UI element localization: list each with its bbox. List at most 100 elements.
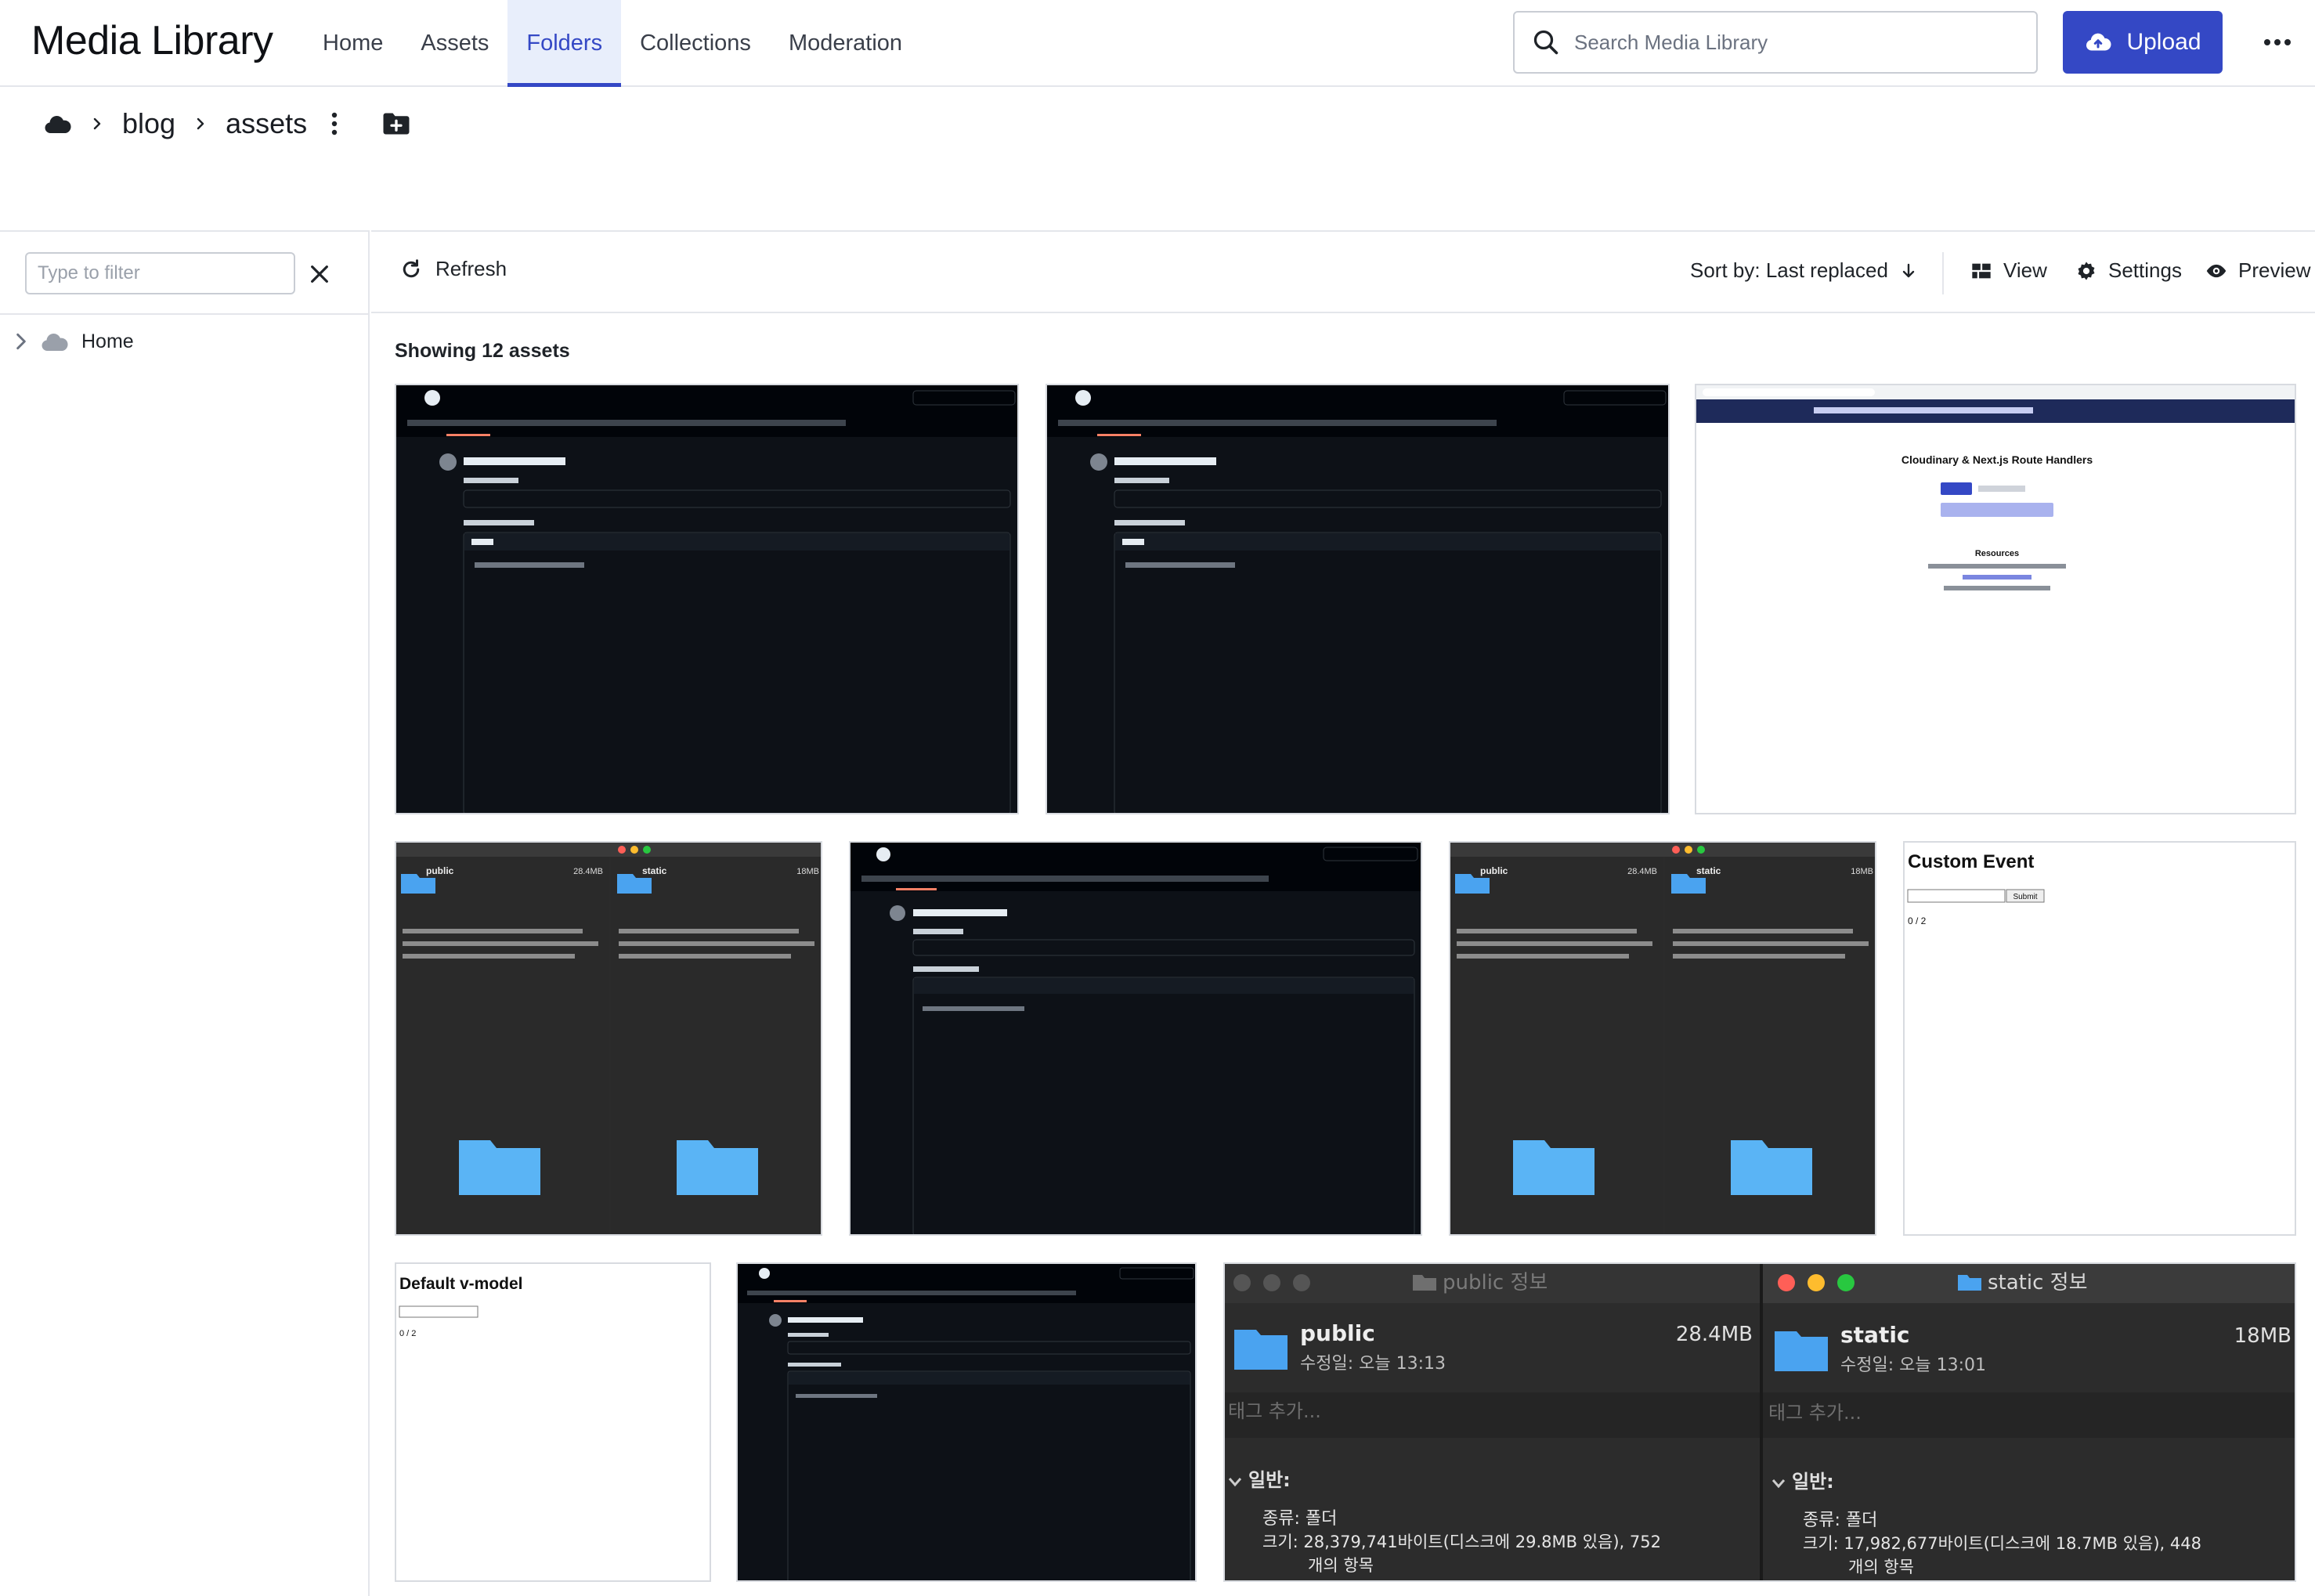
asset-thumbnail[interactable] [395, 384, 1019, 814]
refresh-button[interactable]: Refresh [399, 257, 507, 281]
general-heading-left: 일반: [1248, 1469, 1291, 1491]
more-menu-button[interactable] [2262, 28, 2293, 56]
cloud-upload-icon [2086, 33, 2111, 51]
asset-thumbnail[interactable]: Default v-model 0 / 2 [395, 1262, 711, 1582]
folder-sidebar: Home [0, 230, 370, 1596]
new-folder-button[interactable] [382, 112, 410, 135]
mac-info-preview: public 28.4MB static 18MB [1450, 843, 1875, 1234]
custom-event-preview: Custom Event Submit 0 / 2 [1907, 851, 2045, 926]
folder-size-left: 28.4MB [573, 867, 603, 876]
asset-thumbnail[interactable]: public 28.4MB static 18MB [1449, 841, 1876, 1236]
window-title-right: static 정보 [1988, 1271, 2088, 1294]
toolbar-divider [1942, 252, 1944, 294]
folder-name-right: static [1840, 1322, 1910, 1348]
grid-view-icon [1972, 263, 1991, 278]
size-line-right: 크기: 17,982,677바이트(디스크에 18.7MB 있음), 448 [1803, 1534, 2201, 1553]
mac-info-preview: public 28.4MB static 18MB [396, 843, 821, 1234]
more-vertical-icon [331, 112, 338, 135]
size-line-left: 크기: 28,379,741바이트(디스크에 29.8MB 있음), 752 [1262, 1533, 1661, 1551]
kind-line-left: 종류: 폴더 [1262, 1509, 1337, 1529]
mac-info-zoom-preview: public 정보 static 정보 public 28.4MB 수정일: 오… [1225, 1264, 2295, 1580]
asset-toolbar: Refresh Sort by: Last replaced View Sett… [371, 230, 2315, 313]
more-horizontal-icon [2264, 39, 2291, 45]
items-line-right: 개의 항목 [1848, 1558, 1914, 1576]
tree-item-home[interactable]: Home [14, 326, 134, 357]
settings-button[interactable]: Settings [2075, 258, 2182, 283]
folder-name-right: static [642, 865, 667, 876]
items-line-left: 개의 항목 [1308, 1556, 1374, 1575]
tab-moderation[interactable]: Moderation [770, 0, 921, 87]
modified-right: 수정일: 오늘 13:01 [1840, 1356, 1986, 1375]
demo-submit-label: Submit [2013, 893, 2037, 901]
filter-row [0, 232, 368, 315]
upload-button[interactable]: Upload [2063, 11, 2223, 74]
chevron-right-icon [93, 117, 101, 130]
tag-placeholder-left: 태그 추가... [1228, 1400, 1321, 1422]
upload-label: Upload [2126, 29, 2201, 55]
asset-thumbnail[interactable] [849, 841, 1422, 1236]
window-title-left: public 정보 [1443, 1271, 1548, 1294]
asset-thumbnail[interactable]: Custom Event Submit 0 / 2 [1903, 841, 2296, 1236]
view-button[interactable]: View [1970, 258, 2047, 283]
folder-plus-icon [383, 113, 410, 135]
preview-button[interactable]: Preview [2205, 258, 2310, 283]
kind-line-right: 종류: 폴더 [1803, 1511, 1877, 1530]
breadcrumb-blog[interactable]: blog [122, 107, 175, 140]
top-header: Media Library Home Assets Folders Collec… [0, 0, 2315, 87]
asset-count: Showing 12 assets [395, 340, 570, 362]
demo-heading: Default v-model [399, 1275, 523, 1293]
folder-size-left: 28.4MB [1627, 867, 1657, 876]
folder-filter-input[interactable] [25, 252, 295, 294]
asset-thumbnail[interactable] [1046, 384, 1670, 814]
chevron-right-icon [197, 117, 204, 130]
github-issue-preview [1047, 385, 1668, 813]
demo-heading: Custom Event [1908, 851, 2034, 872]
tab-assets[interactable]: Assets [402, 0, 507, 87]
github-issue-preview [738, 1264, 1195, 1580]
gear-icon [2078, 261, 2095, 280]
github-issue-preview [396, 385, 1017, 813]
asset-thumbnail[interactable]: Cloudinary & Next.js Route Handlers Reso… [1695, 384, 2296, 814]
settings-label: Settings [2108, 258, 2182, 282]
v-model-preview: Default v-model 0 / 2 [399, 1275, 523, 1338]
refresh-icon [403, 258, 420, 277]
sort-label: Sort by: Last replaced [1690, 258, 1888, 282]
search-input[interactable] [1574, 30, 2013, 55]
asset-thumbnail[interactable]: public 정보 static 정보 public 28.4MB 수정일: 오… [1223, 1262, 2296, 1582]
tab-home[interactable]: Home [304, 0, 402, 87]
folder-name-left: public [1300, 1320, 1375, 1346]
close-icon[interactable] [307, 262, 332, 287]
folder-options-button[interactable] [330, 112, 338, 135]
eye-icon [2206, 264, 2227, 277]
view-label: View [2003, 258, 2047, 282]
folder-size-right: 18MB [2234, 1324, 2292, 1348]
tree-item-label: Home [81, 330, 134, 352]
tab-folders[interactable]: Folders [507, 0, 622, 87]
cloud-icon [42, 334, 68, 351]
main-nav: Home Assets Folders Collections Moderati… [304, 0, 921, 87]
asset-thumbnail[interactable] [736, 1262, 1197, 1582]
breadcrumb-assets[interactable]: assets [226, 107, 307, 140]
cloudinary-page-title: Cloudinary & Next.js Route Handlers [1901, 453, 2093, 466]
folder-size-right: 18MB [796, 867, 819, 876]
preview-label: Preview [2238, 258, 2311, 282]
github-issue-preview [851, 843, 1421, 1234]
sort-dropdown[interactable]: Sort by: Last replaced [1690, 258, 1918, 283]
refresh-label: Refresh [435, 257, 507, 280]
cloudinary-page-preview: Cloudinary & Next.js Route Handlers Reso… [1696, 385, 2295, 590]
resources-heading: Resources [1975, 549, 2019, 558]
tab-collections[interactable]: Collections [621, 0, 770, 87]
asset-thumbnail[interactable]: public 28.4MB static 18MB [395, 841, 822, 1236]
general-heading-right: 일반: [1792, 1471, 1834, 1493]
modified-left: 수정일: 오늘 13:13 [1300, 1354, 1446, 1374]
search-icon [1533, 30, 1558, 55]
cloud-root-icon[interactable] [44, 114, 72, 134]
demo-counter: 0 / 2 [1908, 915, 1927, 926]
chevron-right-icon[interactable] [14, 331, 28, 352]
folder-name-right: static [1696, 865, 1721, 876]
tag-placeholder-right: 태그 추가... [1768, 1402, 1862, 1424]
folder-size-left: 28.4MB [1676, 1323, 1753, 1346]
breadcrumb: blog assets [44, 103, 410, 144]
arrow-down-icon [1902, 263, 1915, 277]
folder-name-left: public [1480, 865, 1508, 876]
